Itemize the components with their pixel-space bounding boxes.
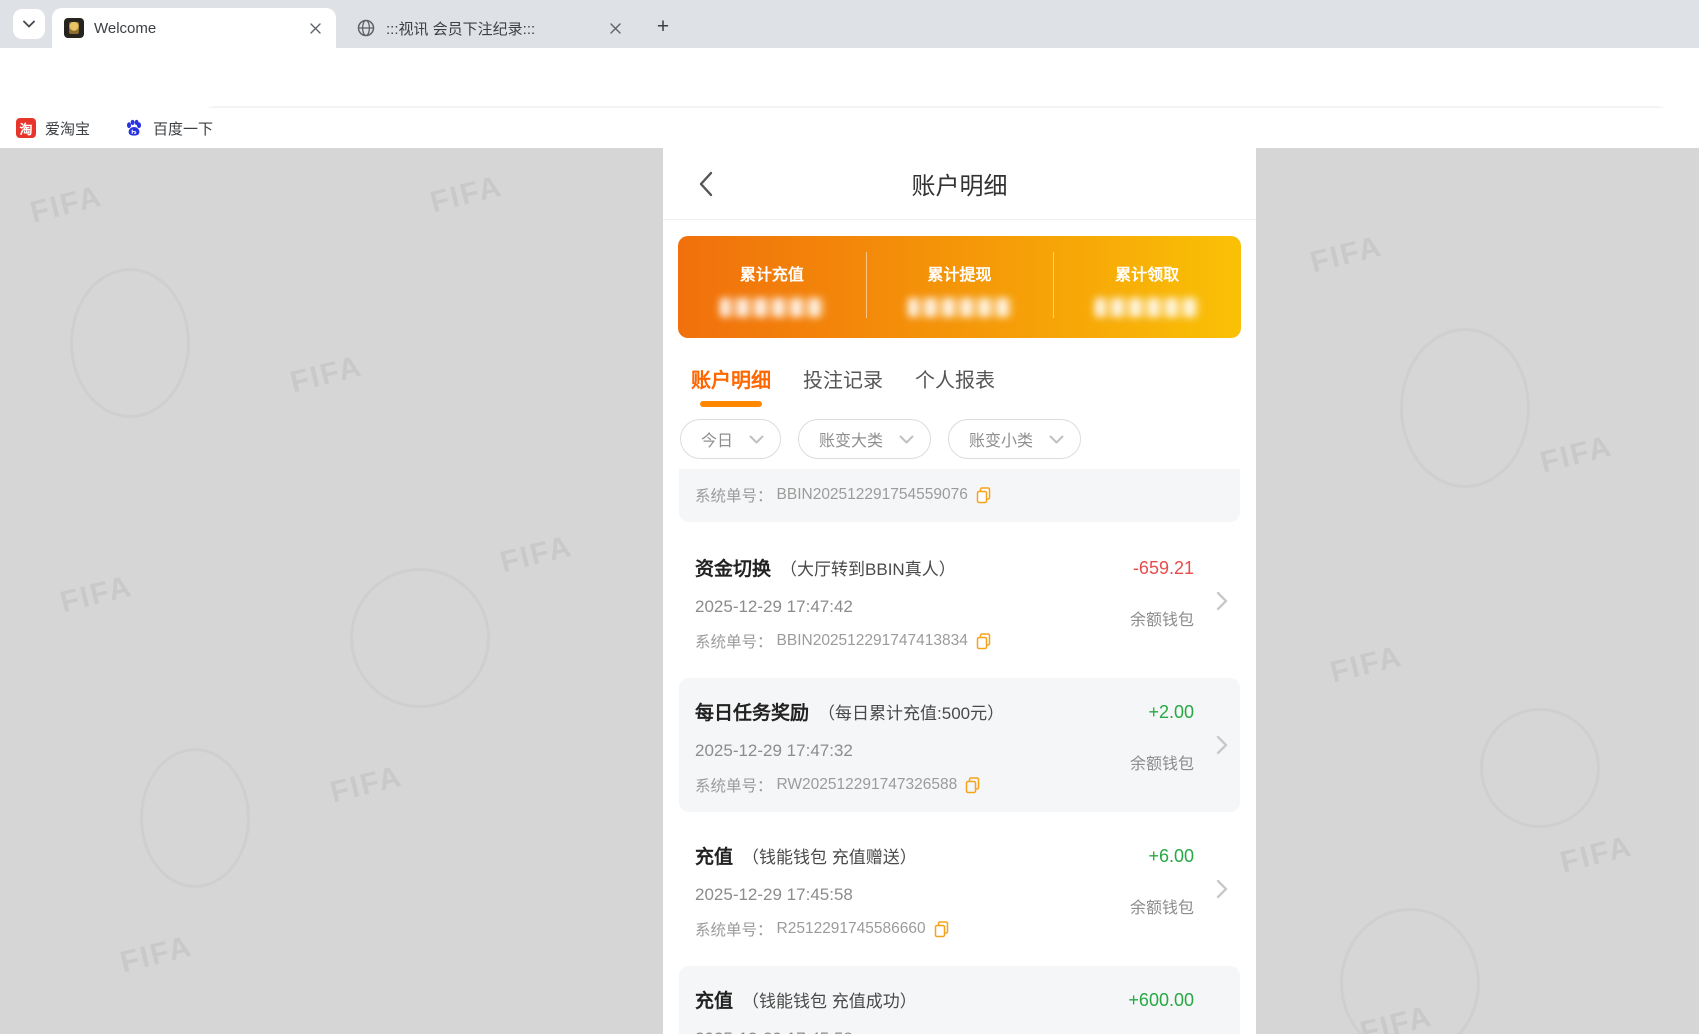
txn-wallet: 余额钱包 bbox=[1130, 606, 1194, 630]
fifa-watermark: FIFA bbox=[427, 170, 506, 221]
fifa-watermark: FIFA bbox=[27, 180, 106, 231]
fifa-watermark: FIFA bbox=[117, 930, 196, 981]
transaction-row[interactable]: 资金切换 （大厅转到BBIN真人） 2025-12-29 17:47:42 系统… bbox=[679, 534, 1240, 668]
close-icon[interactable] bbox=[306, 19, 324, 37]
txn-amount: -659.21 bbox=[1133, 558, 1194, 579]
txn-wallet: 余额钱包 bbox=[1130, 894, 1194, 918]
trophy-doodle bbox=[140, 748, 250, 888]
fifa-watermark: FIFA bbox=[1307, 230, 1386, 281]
txn-subtitle: （钱能钱包 充值赠送） bbox=[742, 843, 917, 868]
chevron-right-icon[interactable] bbox=[1216, 735, 1228, 755]
chevron-right-icon[interactable] bbox=[1216, 879, 1228, 899]
masked-value bbox=[720, 298, 824, 317]
fifa-watermark: FIFA bbox=[287, 350, 366, 401]
fifa-watermark: FIFA bbox=[497, 530, 576, 581]
tab-welcome[interactable]: Welcome bbox=[52, 8, 336, 48]
summary-total-claimed: 累计领取 bbox=[1053, 236, 1241, 338]
chevron-down-icon bbox=[1049, 435, 1064, 444]
globe-icon bbox=[356, 18, 376, 38]
back-chevron-icon[interactable] bbox=[691, 170, 719, 198]
tab-bet-records[interactable]: 投注记录 bbox=[803, 364, 883, 407]
copy-icon[interactable] bbox=[976, 633, 991, 650]
filter-minor-category-dropdown[interactable]: 账变小类 bbox=[948, 419, 1081, 459]
transaction-row[interactable]: 充值 （钱能钱包 充值成功） 2025-12-29 17:45:58 +600.… bbox=[679, 966, 1240, 1034]
tab-title: :::视讯 会员下注纪录::: bbox=[386, 18, 598, 39]
system-order-number: 系统单号： R2512291745586660 bbox=[695, 918, 1224, 940]
bookmark-label: 百度一下 bbox=[153, 118, 213, 139]
bookmark-taobao[interactable]: 淘 爱淘宝 bbox=[16, 118, 90, 139]
masked-value bbox=[1095, 298, 1199, 317]
tab-betting-records[interactable]: :::视讯 会员下注纪录::: bbox=[344, 8, 636, 48]
filter-bar: 今日 账变大类 账变小类 bbox=[663, 407, 1256, 469]
bookmark-baidu[interactable]: 百度一下 bbox=[124, 118, 213, 139]
txn-title: 充值 bbox=[695, 842, 733, 869]
txn-subtitle: （每日累计充值:500元） bbox=[818, 699, 1004, 724]
tab-search-button[interactable] bbox=[13, 9, 45, 39]
summary-total-withdraw: 累计提现 bbox=[866, 236, 1054, 338]
tab-strip: Welcome :::视讯 会员下注纪录::: + bbox=[0, 0, 1699, 48]
close-icon[interactable] bbox=[606, 19, 624, 37]
page-title: 账户明细 bbox=[912, 166, 1008, 201]
copy-icon[interactable] bbox=[934, 921, 949, 938]
system-order-number: 系统单号： BBIN202512291747413834 bbox=[695, 630, 1224, 652]
account-detail-panel: 账户明细 累计充值 累计提现 累计领取 账户明细 投注记录 个人报表 今日 bbox=[663, 148, 1256, 1034]
tab-account-detail[interactable]: 账户明细 bbox=[691, 364, 771, 407]
fifa-watermark: FIFA bbox=[57, 570, 136, 621]
system-order-number: 系统单号： BBIN202512291754559076 bbox=[695, 484, 1224, 506]
browser-toolbar: ld48.com/reports/index?tab=0 bbox=[0, 48, 1699, 108]
txn-subtitle: （钱能钱包 充值成功） bbox=[742, 987, 917, 1012]
bookmarks-bar: 淘 爱淘宝 百度一下 bbox=[0, 108, 1699, 148]
transaction-list[interactable]: 系统单号： BBIN202512291754559076 资金切换 （大厅转到B… bbox=[663, 469, 1256, 1034]
system-order-number: 系统单号： RW202512291747326588 bbox=[695, 774, 1224, 796]
summary-total-deposit: 累计充值 bbox=[678, 236, 866, 338]
report-tabs: 账户明细 投注记录 个人报表 bbox=[663, 338, 1256, 407]
txn-subtitle: （大厅转到BBIN真人） bbox=[780, 555, 956, 580]
copy-icon[interactable] bbox=[965, 777, 980, 794]
filter-date-dropdown[interactable]: 今日 bbox=[680, 419, 781, 459]
chevron-right-icon[interactable] bbox=[1216, 591, 1228, 611]
tab-title: Welcome bbox=[94, 20, 298, 37]
taobao-icon: 淘 bbox=[16, 118, 36, 138]
trophy-doodle bbox=[1340, 908, 1480, 1034]
page-background: FIFA FIFA FIFA FIFA FIFA FIFA FIFA FIFA … bbox=[0, 148, 1699, 1034]
txn-amount: +6.00 bbox=[1148, 846, 1194, 867]
copy-icon[interactable] bbox=[976, 487, 991, 504]
fifa-watermark: FIFA bbox=[1327, 640, 1406, 691]
trophy-doodle bbox=[1400, 328, 1530, 488]
panel-header: 账户明细 bbox=[663, 148, 1256, 220]
site-favicon bbox=[64, 18, 84, 38]
summary-card: 累计充值 累计提现 累计领取 bbox=[678, 236, 1241, 338]
transaction-row[interactable]: 每日任务奖励 （每日累计充值:500元） 2025-12-29 17:47:32… bbox=[679, 678, 1240, 812]
fifa-watermark: FIFA bbox=[1537, 430, 1616, 481]
trophy-doodle bbox=[1480, 708, 1600, 828]
filter-major-category-dropdown[interactable]: 账变大类 bbox=[798, 419, 931, 459]
trophy-doodle bbox=[70, 268, 190, 418]
new-tab-button[interactable]: + bbox=[648, 12, 678, 42]
tab-personal-report[interactable]: 个人报表 bbox=[915, 364, 995, 407]
txn-amount: +2.00 bbox=[1148, 702, 1194, 723]
txn-title: 每日任务奖励 bbox=[695, 698, 809, 725]
txn-wallet: 余额钱包 bbox=[1130, 750, 1194, 774]
txn-title: 充值 bbox=[695, 986, 733, 1013]
txn-title: 资金切换 bbox=[695, 554, 771, 581]
fifa-watermark: FIFA bbox=[1557, 830, 1636, 881]
transaction-row[interactable]: 充值 （钱能钱包 充值赠送） 2025-12-29 17:45:58 系统单号：… bbox=[679, 822, 1240, 956]
chevron-down-icon bbox=[749, 435, 764, 444]
fifa-watermark: FIFA bbox=[327, 760, 406, 811]
bookmark-label: 爱淘宝 bbox=[45, 118, 90, 139]
txn-amount: +600.00 bbox=[1128, 990, 1194, 1011]
baidu-icon bbox=[124, 118, 144, 138]
masked-value bbox=[908, 298, 1012, 317]
transaction-row-partial[interactable]: 系统单号： BBIN202512291754559076 bbox=[679, 469, 1240, 522]
chevron-down-icon bbox=[899, 435, 914, 444]
trophy-doodle bbox=[350, 568, 490, 708]
